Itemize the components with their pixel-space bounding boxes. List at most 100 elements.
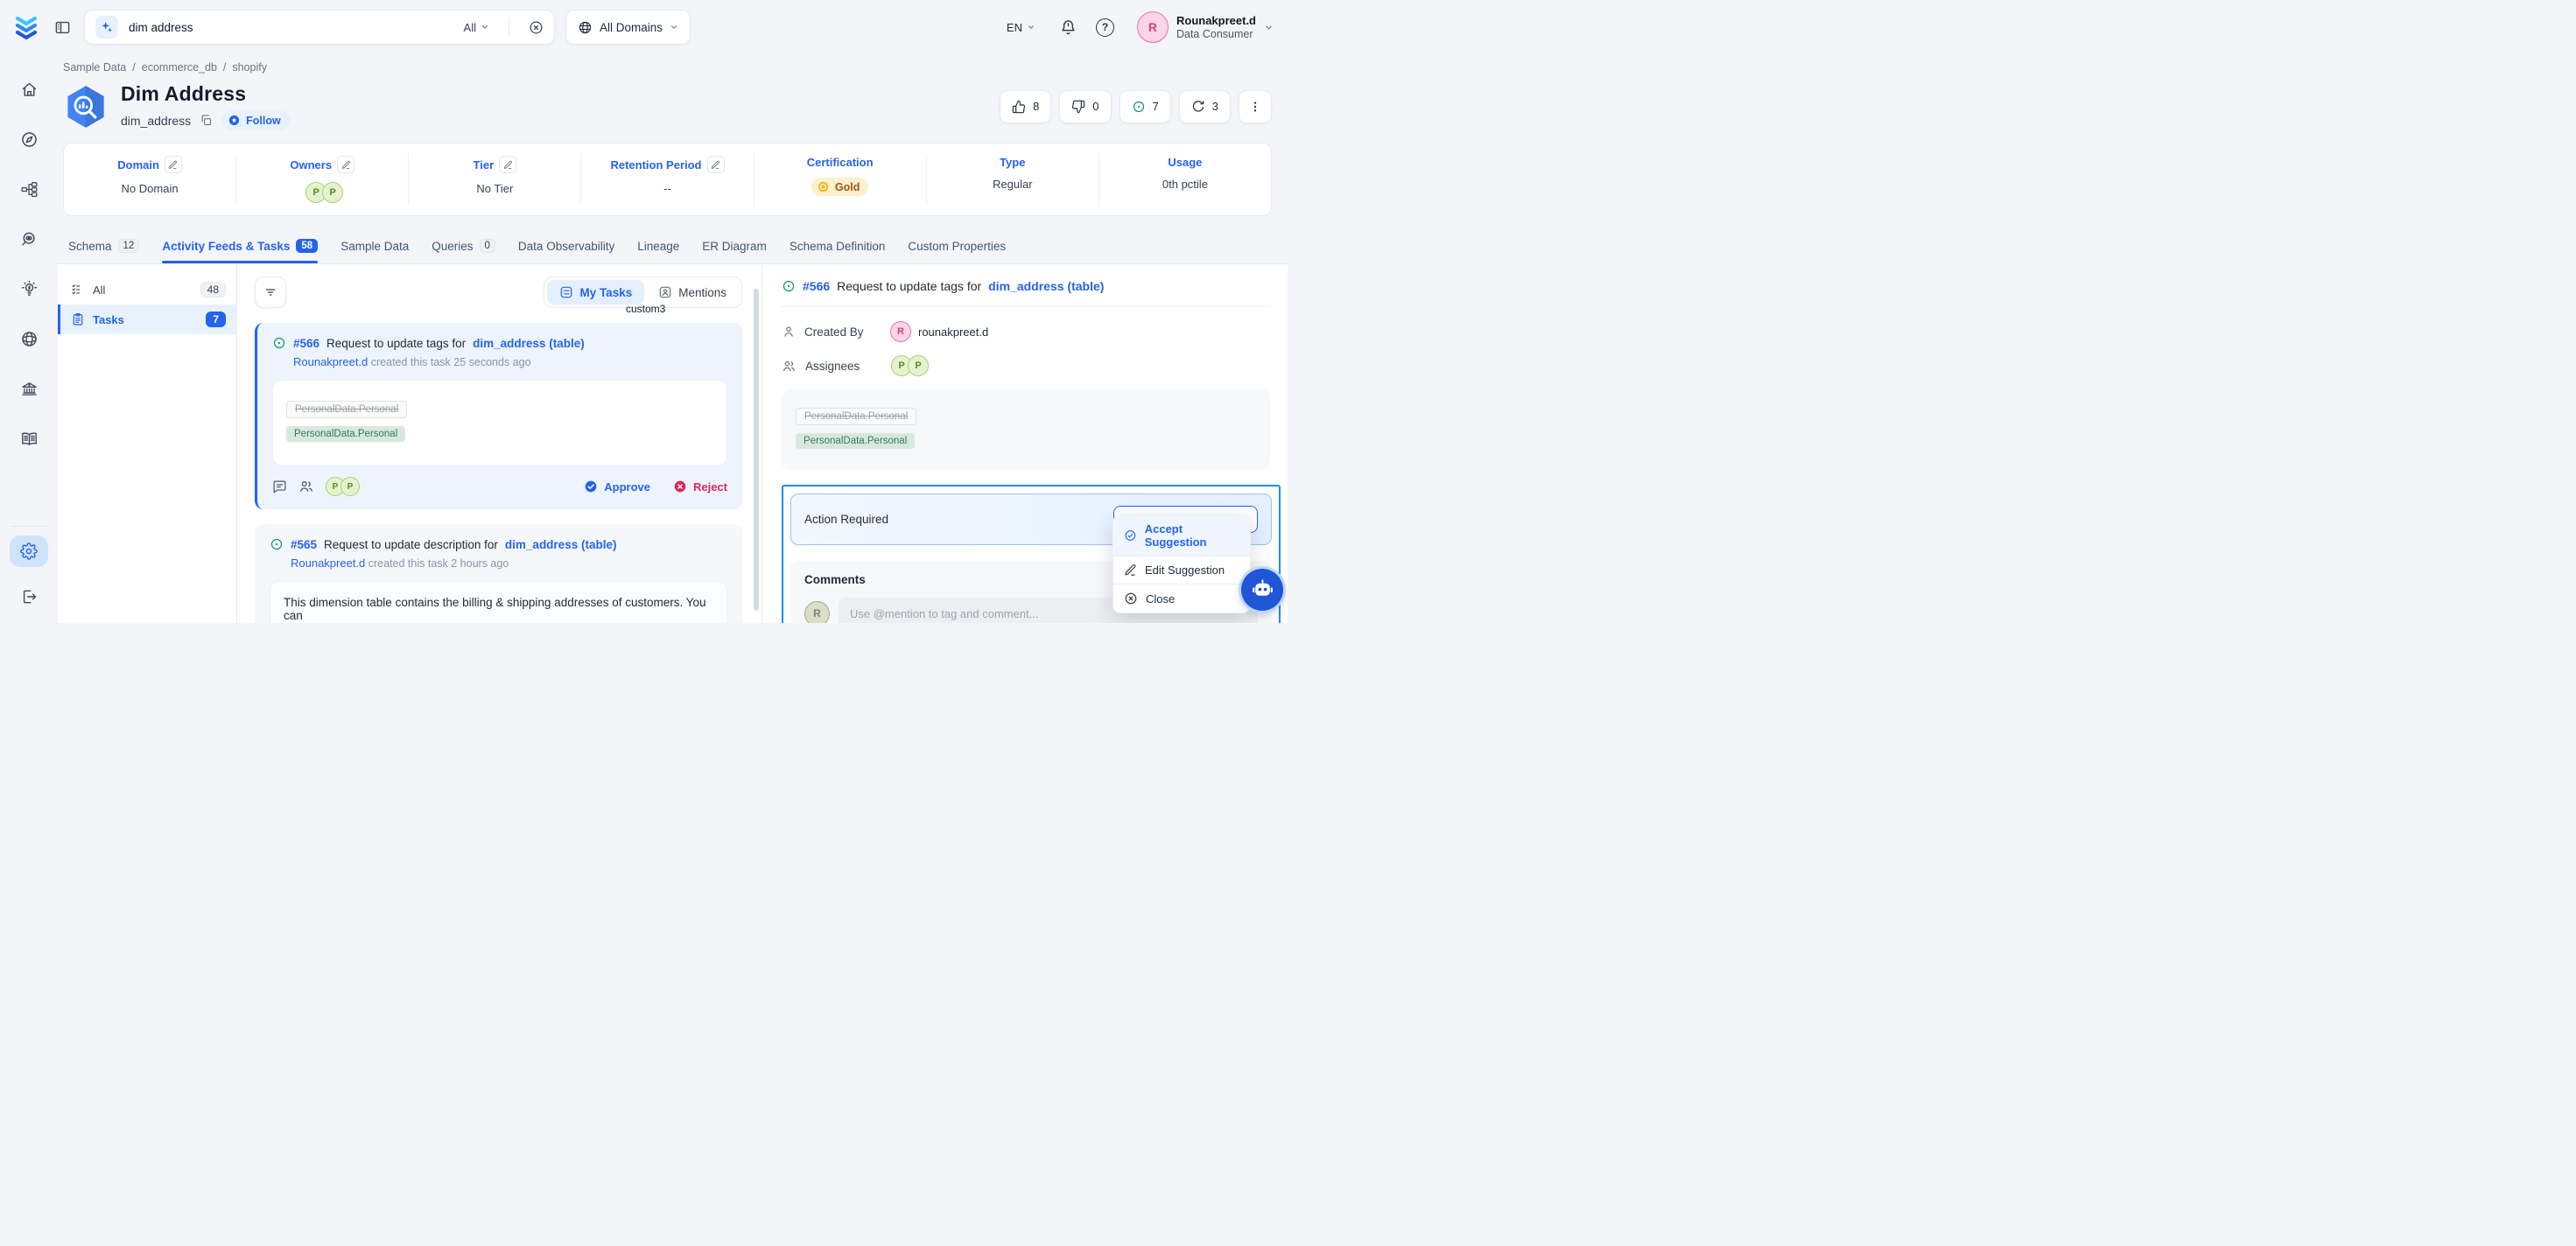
- description-preview: This dimension table contains the billin…: [270, 581, 727, 623]
- tag-change-preview: PersonalData.Personal PersonalData.Perso…: [272, 380, 727, 466]
- task-status-icon: [782, 279, 796, 293]
- meta-domain: Domain No Domain: [64, 154, 236, 205]
- tab-queries[interactable]: Queries0: [432, 239, 495, 263]
- downvote-button[interactable]: 0: [1059, 90, 1111, 123]
- language-dropdown[interactable]: EN: [1007, 21, 1035, 34]
- task-target-link[interactable]: dim_address (table): [473, 337, 585, 350]
- mentions-person-icon: [658, 285, 672, 299]
- nav-item-tasks[interactable]: Tasks 7: [58, 304, 236, 334]
- custom3-overlay-text: custom3: [626, 303, 665, 315]
- discover-compass-icon[interactable]: [10, 122, 48, 157]
- nav-all-count: 48: [200, 282, 226, 298]
- type-label: Type: [1000, 156, 1025, 169]
- tab-custom-properties[interactable]: Custom Properties: [908, 240, 1006, 263]
- comment-icon[interactable]: [272, 480, 287, 494]
- search-input[interactable]: dim address: [129, 21, 453, 34]
- detail-target-link[interactable]: dim_address (table): [988, 279, 1104, 293]
- help-icon[interactable]: ?: [1096, 18, 1114, 37]
- ai-sparkle-icon[interactable]: [95, 16, 118, 38]
- atlan-logo-icon[interactable]: [12, 13, 40, 41]
- open-issues-button[interactable]: 7: [1120, 90, 1171, 123]
- type-value: Regular: [993, 178, 1033, 191]
- task-author-link[interactable]: Rounakpreet.d: [293, 355, 368, 368]
- task-card-566[interactable]: #566 Request to update tags for dim_addr…: [255, 323, 742, 509]
- feed-scrollbar[interactable]: [754, 289, 759, 611]
- created-by-label: Created By: [804, 326, 881, 339]
- edit-tier-icon[interactable]: [499, 156, 516, 173]
- mentions-toggle[interactable]: Mentions: [646, 280, 739, 304]
- breadcrumb-connection[interactable]: Sample Data: [63, 61, 126, 74]
- user-menu[interactable]: R Rounakpreet.d Data Consumer: [1137, 11, 1274, 43]
- my-tasks-toggle[interactable]: My Tasks: [547, 280, 644, 304]
- asset-header: Dim Address dim_address: [58, 74, 1288, 130]
- detail-task-id[interactable]: #566: [803, 279, 830, 293]
- nav-item-all[interactable]: All 48: [58, 275, 236, 304]
- owner-avatars[interactable]: P P: [305, 182, 339, 203]
- task-target-link[interactable]: dim_address (table): [505, 538, 617, 551]
- follow-button[interactable]: Follow: [221, 110, 291, 130]
- retention-value: --: [663, 182, 671, 195]
- language-label: EN: [1007, 21, 1022, 34]
- tab-er-diagram[interactable]: ER Diagram: [702, 240, 767, 263]
- created-by-user[interactable]: R rounakpreet.d: [890, 321, 988, 342]
- more-actions-button[interactable]: [1239, 90, 1272, 123]
- edit-domain-icon[interactable]: [165, 156, 182, 173]
- tab-data-observability[interactable]: Data Observability: [518, 240, 614, 263]
- breadcrumb-database[interactable]: ecommerce_db: [142, 61, 217, 74]
- help-glyph: ?: [1096, 18, 1114, 37]
- meta-certification: Certification Gold: [755, 154, 927, 205]
- reject-button[interactable]: Reject: [673, 480, 727, 494]
- breadcrumb-schema[interactable]: shopify: [232, 61, 267, 74]
- domains-globe-icon[interactable]: [10, 321, 48, 356]
- action-required-label: Action Required: [804, 513, 888, 526]
- menu-item-accept-suggestion[interactable]: Accept Suggestion: [1113, 515, 1250, 556]
- tab-schema-definition[interactable]: Schema Definition: [790, 240, 886, 263]
- task-card-565[interactable]: #565 Request to update description for d…: [255, 524, 742, 623]
- notifications-bell-icon[interactable]: [1060, 19, 1077, 36]
- thumbs-up-icon: [1012, 100, 1026, 114]
- filter-icon: [263, 285, 277, 299]
- home-icon[interactable]: [10, 72, 48, 107]
- owners-label: Owners: [290, 158, 332, 172]
- glossary-book-icon[interactable]: [10, 421, 48, 456]
- logout-icon[interactable]: [10, 579, 48, 614]
- task-author-link[interactable]: Rounakpreet.d: [291, 556, 365, 570]
- menu-item-close[interactable]: Close: [1113, 584, 1250, 612]
- refresh-button[interactable]: 3: [1179, 90, 1231, 123]
- task-id-link[interactable]: #566: [293, 337, 319, 350]
- sidebar-collapse-icon[interactable]: [51, 16, 74, 38]
- products-sitemap-icon[interactable]: [10, 172, 48, 206]
- tab-activity-feeds-tasks[interactable]: Activity Feeds & Tasks58: [162, 239, 318, 263]
- insights-search-icon[interactable]: [10, 221, 48, 256]
- tab-sample-data[interactable]: Sample Data: [340, 240, 409, 263]
- ideas-lightbulb-icon[interactable]: [10, 271, 48, 306]
- detail-assignee-avatars[interactable]: P P: [891, 355, 924, 376]
- top-navigation: dim address All All Domains EN: [0, 0, 1288, 54]
- global-search-bar[interactable]: dim address All: [84, 10, 555, 45]
- certification-label: Certification: [807, 156, 874, 169]
- copy-icon[interactable]: [200, 114, 213, 127]
- menu-item-edit-suggestion[interactable]: Edit Suggestion: [1113, 556, 1250, 584]
- search-scope-dropdown[interactable]: All: [464, 21, 489, 34]
- upvote-count: 8: [1033, 100, 1039, 113]
- assignees-icon[interactable]: [298, 479, 314, 494]
- commenter-avatar: R: [804, 601, 830, 624]
- upvote-button[interactable]: 8: [1000, 90, 1051, 123]
- edit-retention-icon[interactable]: [707, 156, 725, 173]
- governance-bank-icon[interactable]: [10, 371, 48, 406]
- robot-icon: [1251, 578, 1274, 602]
- search-clear-icon[interactable]: [529, 20, 544, 35]
- refresh-count: 3: [1212, 100, 1218, 113]
- edit-owners-icon[interactable]: [337, 156, 354, 173]
- sidebar-divider: [11, 526, 46, 527]
- assistant-chat-button[interactable]: [1241, 569, 1283, 611]
- filter-button[interactable]: [255, 276, 286, 308]
- task-id-link[interactable]: #565: [291, 538, 317, 551]
- tab-schema[interactable]: Schema12: [68, 239, 139, 263]
- tab-lineage[interactable]: Lineage: [637, 240, 679, 263]
- all-domains-dropdown[interactable]: All Domains: [565, 10, 691, 45]
- approve-button[interactable]: Approve: [584, 480, 650, 494]
- person-icon: [782, 325, 796, 339]
- page-title: Dim Address: [121, 82, 291, 106]
- settings-gear-icon[interactable]: [10, 536, 48, 567]
